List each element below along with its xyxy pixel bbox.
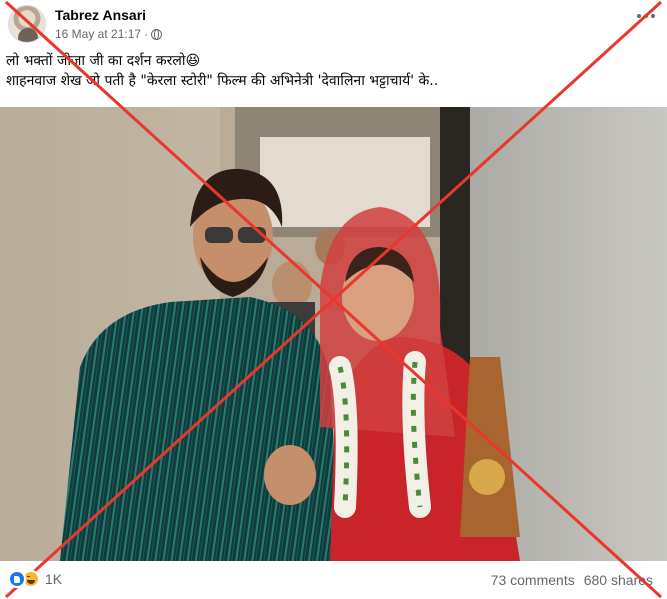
wedding-photo xyxy=(0,107,667,561)
door-light xyxy=(260,137,430,227)
engagement-stats: 73 comments 680 shares xyxy=(491,572,653,588)
globe-icon xyxy=(151,28,163,40)
reactions-summary[interactable]: 1K xyxy=(8,570,62,588)
author-avatar[interactable] xyxy=(8,5,46,43)
post-photo[interactable] xyxy=(0,107,667,561)
post-text-line-1: लो भक्तों जीजा जी का दर्शन करलो😆 xyxy=(6,53,201,69)
more-options-icon[interactable] xyxy=(637,14,655,18)
groom-sunglasses-left xyxy=(205,227,233,243)
meta-separator: · xyxy=(144,27,149,41)
post-header: Tabrez Ansari 16 May at 21:17 · xyxy=(0,0,667,46)
post-text-line-2: शाहनवाज शेख जो पती है "केरला स्टोरी" फिल… xyxy=(6,73,439,89)
bg-person-face xyxy=(272,261,312,309)
groom-fist xyxy=(264,445,316,505)
facebook-post: Tabrez Ansari 16 May at 21:17 · लो भक्तो… xyxy=(0,0,667,599)
groom-kurta xyxy=(60,297,340,561)
like-reaction-icon xyxy=(8,570,26,588)
groom-sunglasses-right xyxy=(238,227,266,243)
bride-kalire xyxy=(469,459,505,495)
post-timestamp[interactable]: 16 May at 21:17 xyxy=(55,27,141,41)
post-meta: 16 May at 21:17 · xyxy=(55,27,163,41)
comments-count[interactable]: 73 comments xyxy=(491,572,575,588)
reaction-count[interactable]: 1K xyxy=(45,571,62,587)
shares-count[interactable]: 680 shares xyxy=(584,572,653,588)
author-name[interactable]: Tabrez Ansari xyxy=(55,7,146,23)
post-text: लो भक्तों जीजा जी का दर्शन करलो😆 शाहनवाज… xyxy=(6,51,656,91)
post-footer: 1K 73 comments 680 shares xyxy=(0,561,667,599)
